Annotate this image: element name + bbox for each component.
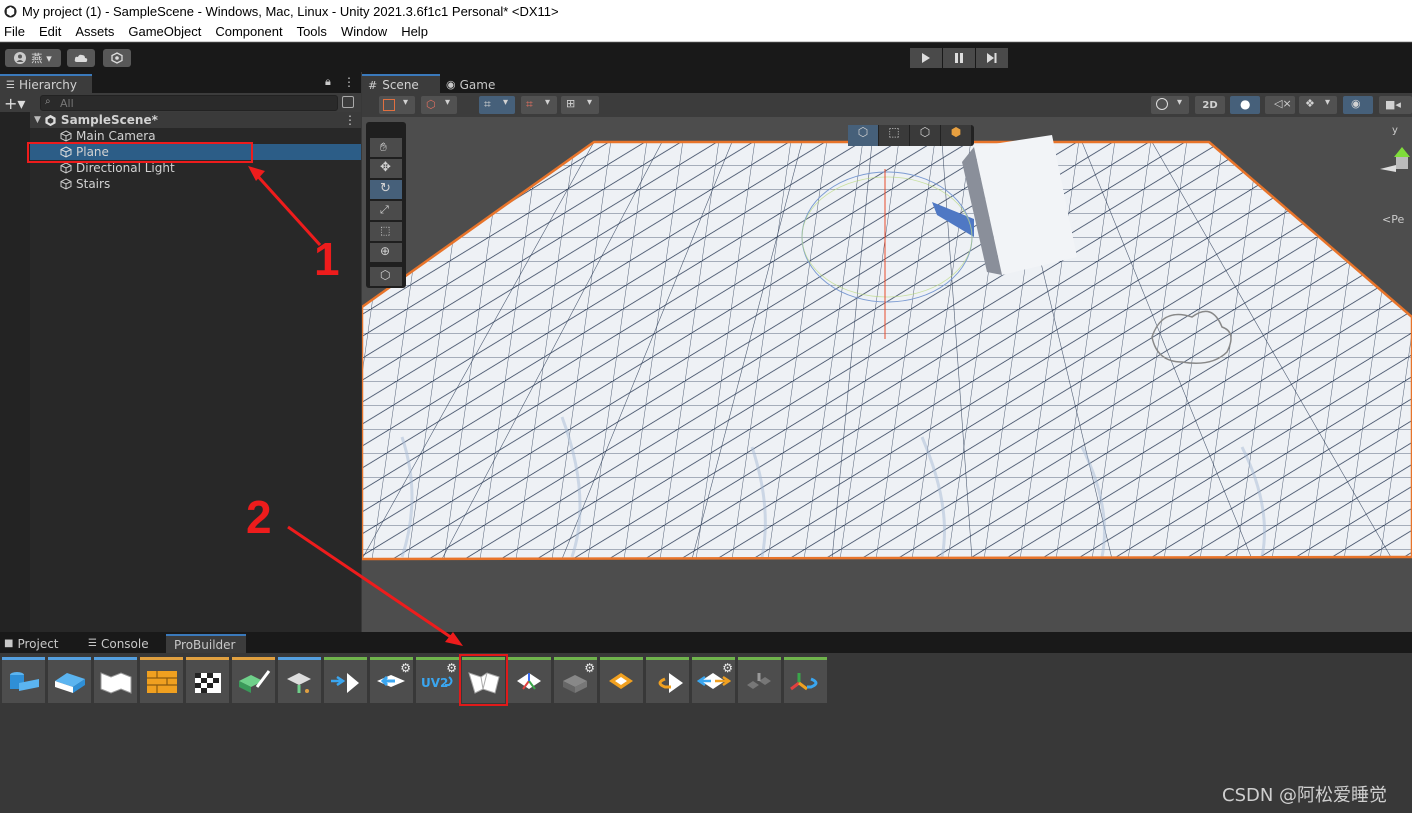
annotation-overlay — [27, 142, 463, 646]
arrow-1-head — [248, 166, 265, 181]
watermark: CSDN @阿松爱睡觉 — [1222, 785, 1388, 806]
arrow-2 — [287, 525, 456, 642]
arrow-1 — [252, 170, 322, 247]
annotation-number-1: 1 — [314, 233, 340, 285]
highlight-box-plane — [27, 142, 253, 163]
annotation-number-2: 2 — [246, 491, 272, 543]
